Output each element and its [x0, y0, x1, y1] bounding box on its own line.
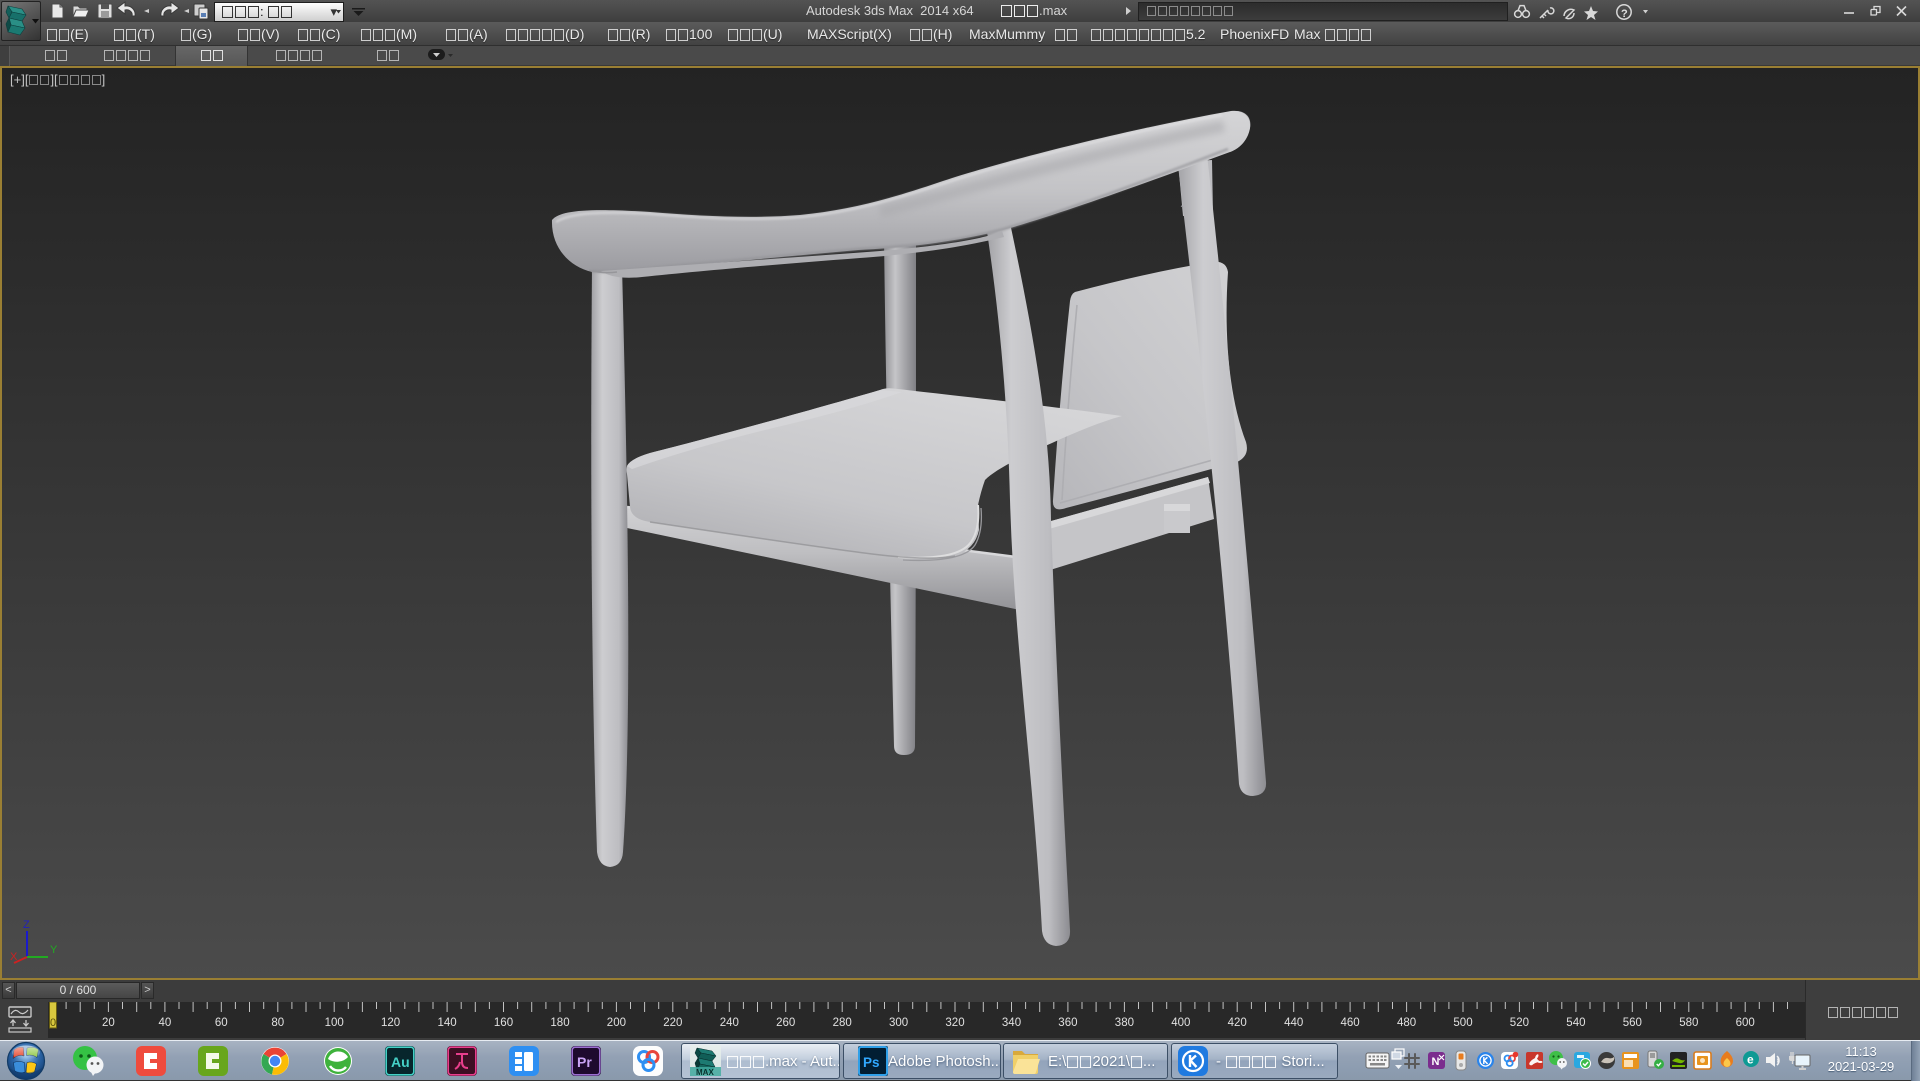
- svg-text:180: 180: [550, 1017, 569, 1029]
- svg-text:Z: Z: [23, 919, 30, 931]
- svg-text:520: 520: [1510, 1017, 1529, 1029]
- svg-text:Ps: Ps: [863, 1055, 880, 1070]
- svg-text:540: 540: [1566, 1017, 1585, 1029]
- svg-text:420: 420: [1228, 1017, 1247, 1029]
- svg-text:100: 100: [325, 1017, 344, 1029]
- svg-text:360: 360: [1058, 1017, 1077, 1029]
- svg-text:380: 380: [1115, 1017, 1134, 1029]
- svg-text:340: 340: [1002, 1017, 1021, 1029]
- svg-text:80: 80: [271, 1017, 284, 1029]
- svg-text:X: X: [10, 951, 18, 963]
- svg-text:60: 60: [215, 1017, 228, 1029]
- svg-text:200: 200: [607, 1017, 626, 1029]
- svg-text:560: 560: [1623, 1017, 1642, 1029]
- svg-text:e: e: [1747, 1053, 1754, 1067]
- svg-text:220: 220: [663, 1017, 682, 1029]
- svg-text:N: N: [1432, 1056, 1440, 1068]
- svg-text:240: 240: [720, 1017, 739, 1029]
- svg-text:440: 440: [1284, 1017, 1303, 1029]
- svg-text:260: 260: [776, 1017, 795, 1029]
- svg-text:MAX: MAX: [696, 1068, 714, 1077]
- svg-text:600: 600: [1736, 1017, 1755, 1029]
- svg-text:160: 160: [494, 1017, 513, 1029]
- svg-text:Au: Au: [391, 1054, 410, 1070]
- svg-text:140: 140: [438, 1017, 457, 1029]
- svg-text:0: 0: [50, 1017, 56, 1029]
- svg-text:Pr: Pr: [577, 1054, 592, 1070]
- svg-text:580: 580: [1679, 1017, 1698, 1029]
- svg-text:400: 400: [1171, 1017, 1190, 1029]
- svg-text:280: 280: [833, 1017, 852, 1029]
- svg-text:?: ?: [1621, 8, 1628, 20]
- svg-text:500: 500: [1453, 1017, 1472, 1029]
- svg-text:480: 480: [1397, 1017, 1416, 1029]
- svg-text:320: 320: [945, 1017, 964, 1029]
- svg-text:40: 40: [159, 1017, 172, 1029]
- svg-text:300: 300: [889, 1017, 908, 1029]
- svg-text:460: 460: [1341, 1017, 1360, 1029]
- svg-text:20: 20: [102, 1017, 115, 1029]
- svg-text:Y: Y: [50, 944, 58, 956]
- svg-text:120: 120: [381, 1017, 400, 1029]
